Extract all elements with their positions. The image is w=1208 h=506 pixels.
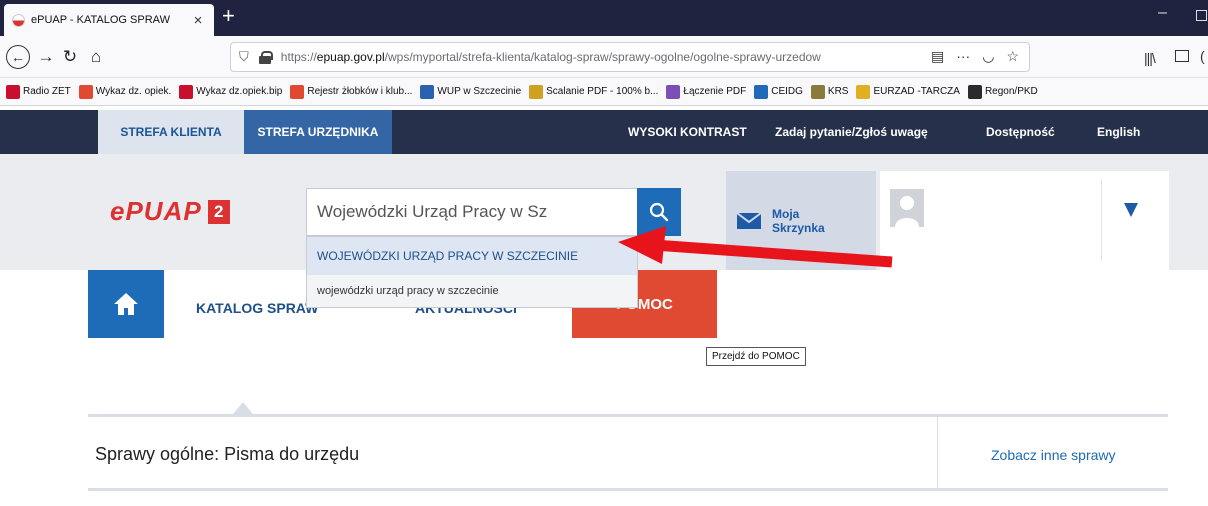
restore-window-button[interactable] bbox=[1196, 10, 1207, 21]
bookmark-label: CEIDG bbox=[771, 86, 803, 97]
bookmark-star-icon[interactable]: ☆ bbox=[1006, 48, 1019, 65]
high-contrast-link[interactable]: WYSOKI KONTRAST bbox=[628, 110, 747, 154]
bookmark-item[interactable]: KRS bbox=[810, 84, 849, 99]
search-icon bbox=[649, 202, 669, 222]
bookmark-favicon-icon bbox=[856, 84, 871, 99]
avatar[interactable] bbox=[890, 189, 924, 227]
see-other-cases-link[interactable]: Zobacz inne sprawy bbox=[991, 447, 1116, 463]
page-title: Sprawy ogólne: Pisma do urzędu bbox=[95, 444, 360, 464]
section-caret bbox=[233, 402, 253, 414]
bookmark-label: Wykaz dz.opiek.bip bbox=[196, 86, 283, 97]
user-silhouette-icon bbox=[895, 196, 919, 227]
profile-divider bbox=[1101, 179, 1102, 261]
home-tile-icon bbox=[114, 293, 138, 315]
library-icon[interactable]: |||\ bbox=[1144, 50, 1156, 66]
bookmark-item[interactable]: Radio ZET bbox=[6, 84, 71, 99]
bookmark-label: EURZAD -TARCZA bbox=[873, 86, 960, 97]
user-menu-dropdown-icon[interactable] bbox=[1124, 203, 1138, 217]
screen: ePUAP - KATALOG SPRAW × + – ← → ↻ ⌂ ⛉ ht… bbox=[0, 0, 1208, 506]
search-suggestions: WOJEWÓDZKI URZĄD PRACY W SZCZECINIE woje… bbox=[306, 236, 638, 308]
bookmark-label: KRS bbox=[827, 86, 849, 97]
bookmark-favicon-icon bbox=[290, 84, 305, 99]
bookmark-favicon-icon bbox=[6, 84, 20, 99]
bookmark-item[interactable]: Rejestr żłobków i klub... bbox=[290, 84, 413, 99]
overflow-icon[interactable]: ( bbox=[1200, 48, 1205, 64]
sidebar-icon[interactable] bbox=[1175, 50, 1189, 62]
bookmark-label: Rejestr żłobków i klub... bbox=[307, 86, 413, 97]
pocket-icon[interactable]: ◡ bbox=[982, 48, 994, 65]
reload-icon[interactable]: ↻ bbox=[58, 45, 82, 69]
section-divider-bottom bbox=[88, 488, 1168, 491]
ask-question-link[interactable]: Zadaj pytanie/Zgłoś uwagę bbox=[775, 110, 928, 154]
suggestion-item[interactable]: WOJEWÓDZKI URZĄD PRACY W SZCZECINIE bbox=[307, 237, 637, 275]
bookmark-item[interactable]: Wykaz dz.opiek.bip bbox=[179, 84, 283, 99]
bookmark-item[interactable]: CEIDG bbox=[754, 84, 803, 99]
close-tab-icon[interactable]: × bbox=[190, 12, 206, 29]
bookmark-item[interactable]: Wykaz dz. opiek. bbox=[78, 84, 172, 99]
bookmark-item[interactable]: Regon/PKD bbox=[967, 84, 1038, 99]
back-icon[interactable]: ← bbox=[6, 45, 30, 69]
browser-tab-strip: ePUAP - KATALOG SPRAW × + – bbox=[0, 0, 1208, 36]
logo-text: ePUAP bbox=[110, 196, 202, 226]
bookmark-label: Scalanie PDF - 100% b... bbox=[546, 86, 659, 97]
search-box bbox=[306, 188, 638, 236]
browser-navbar: ← → ↻ ⌂ ⛉ https://epuap.gov.pl/wps/mypor… bbox=[0, 36, 1208, 78]
lock-icon[interactable] bbox=[258, 51, 273, 64]
tab-strefa-klienta[interactable]: STREFA KLIENTA bbox=[98, 110, 244, 154]
bookmark-label: Radio ZET bbox=[23, 86, 71, 97]
section-divider-top bbox=[88, 414, 1168, 417]
site-topbar: STREFA KLIENTA STREFA URZĘDNIKA WYSOKI K… bbox=[0, 110, 1208, 154]
katalog-spraw-tile[interactable]: KATALOG SPRAW bbox=[196, 300, 318, 316]
new-tab-button[interactable]: + bbox=[222, 4, 235, 28]
minimize-window-button[interactable]: – bbox=[1158, 4, 1167, 22]
bookmark-favicon-icon bbox=[529, 84, 544, 99]
user-profile-panel bbox=[880, 171, 1169, 270]
bookmarks-bar: Radio ZET Wykaz dz. opiek. Wykaz dz.opiek.… bbox=[0, 78, 1208, 106]
tab-strefa-urzednika[interactable]: STREFA URZĘDNIKA bbox=[244, 110, 392, 154]
pomoc-tooltip: Przejdź do POMOC bbox=[706, 347, 806, 366]
logo-badge: 2 bbox=[207, 199, 230, 224]
suggestion-item[interactable]: wojewódzki urząd pracy w szczecinie bbox=[307, 275, 637, 307]
english-link[interactable]: English bbox=[1097, 110, 1140, 154]
annotation-arrow-icon bbox=[618, 226, 893, 268]
bookmark-label: Wykaz dz. opiek. bbox=[95, 86, 172, 97]
bookmark-item[interactable]: WUP w Szczecinie bbox=[420, 84, 522, 99]
bookmark-favicon-icon bbox=[754, 84, 769, 99]
url-text[interactable]: https://epuap.gov.pl/wps/myportal/strefa… bbox=[281, 50, 881, 64]
home-icon[interactable]: ⌂ bbox=[84, 45, 108, 69]
bookmark-favicon-icon bbox=[179, 84, 194, 99]
bookmark-item[interactable]: Łączenie PDF bbox=[666, 84, 747, 99]
search-input[interactable] bbox=[317, 202, 617, 222]
bookmark-item[interactable]: Scalanie PDF - 100% b... bbox=[529, 84, 659, 99]
section-vertical-divider bbox=[937, 417, 938, 489]
bookmark-favicon-icon bbox=[666, 84, 681, 99]
bookmark-favicon-icon bbox=[967, 84, 982, 99]
bookmark-label: WUP w Szczecinie bbox=[437, 86, 522, 97]
epuap-logo[interactable]: ePUAP 2 bbox=[110, 196, 230, 227]
forward-icon[interactable]: → bbox=[34, 45, 58, 69]
bookmark-favicon-icon bbox=[420, 84, 435, 99]
bookmark-item[interactable]: EURZAD -TARCZA bbox=[856, 84, 960, 99]
favicon-icon bbox=[12, 13, 25, 27]
page-actions-icon[interactable]: ··· bbox=[956, 48, 970, 65]
bookmark-favicon-icon bbox=[78, 84, 93, 99]
reader-view-icon[interactable]: ▤ bbox=[931, 48, 944, 65]
bookmark-favicon-icon bbox=[810, 84, 825, 99]
home-tile[interactable] bbox=[88, 270, 164, 338]
browser-tab[interactable]: ePUAP - KATALOG SPRAW × bbox=[4, 4, 214, 36]
address-bar[interactable]: ⛉ https://epuap.gov.pl/wps/myportal/stre… bbox=[230, 42, 1030, 72]
bookmark-label: Regon/PKD bbox=[984, 86, 1038, 97]
tracking-shield-icon[interactable]: ⛉ bbox=[239, 49, 249, 65]
accessibility-link[interactable]: Dostępność bbox=[986, 110, 1055, 154]
bookmark-label: Łączenie PDF bbox=[683, 86, 747, 97]
tab-title: ePUAP - KATALOG SPRAW bbox=[31, 14, 170, 26]
